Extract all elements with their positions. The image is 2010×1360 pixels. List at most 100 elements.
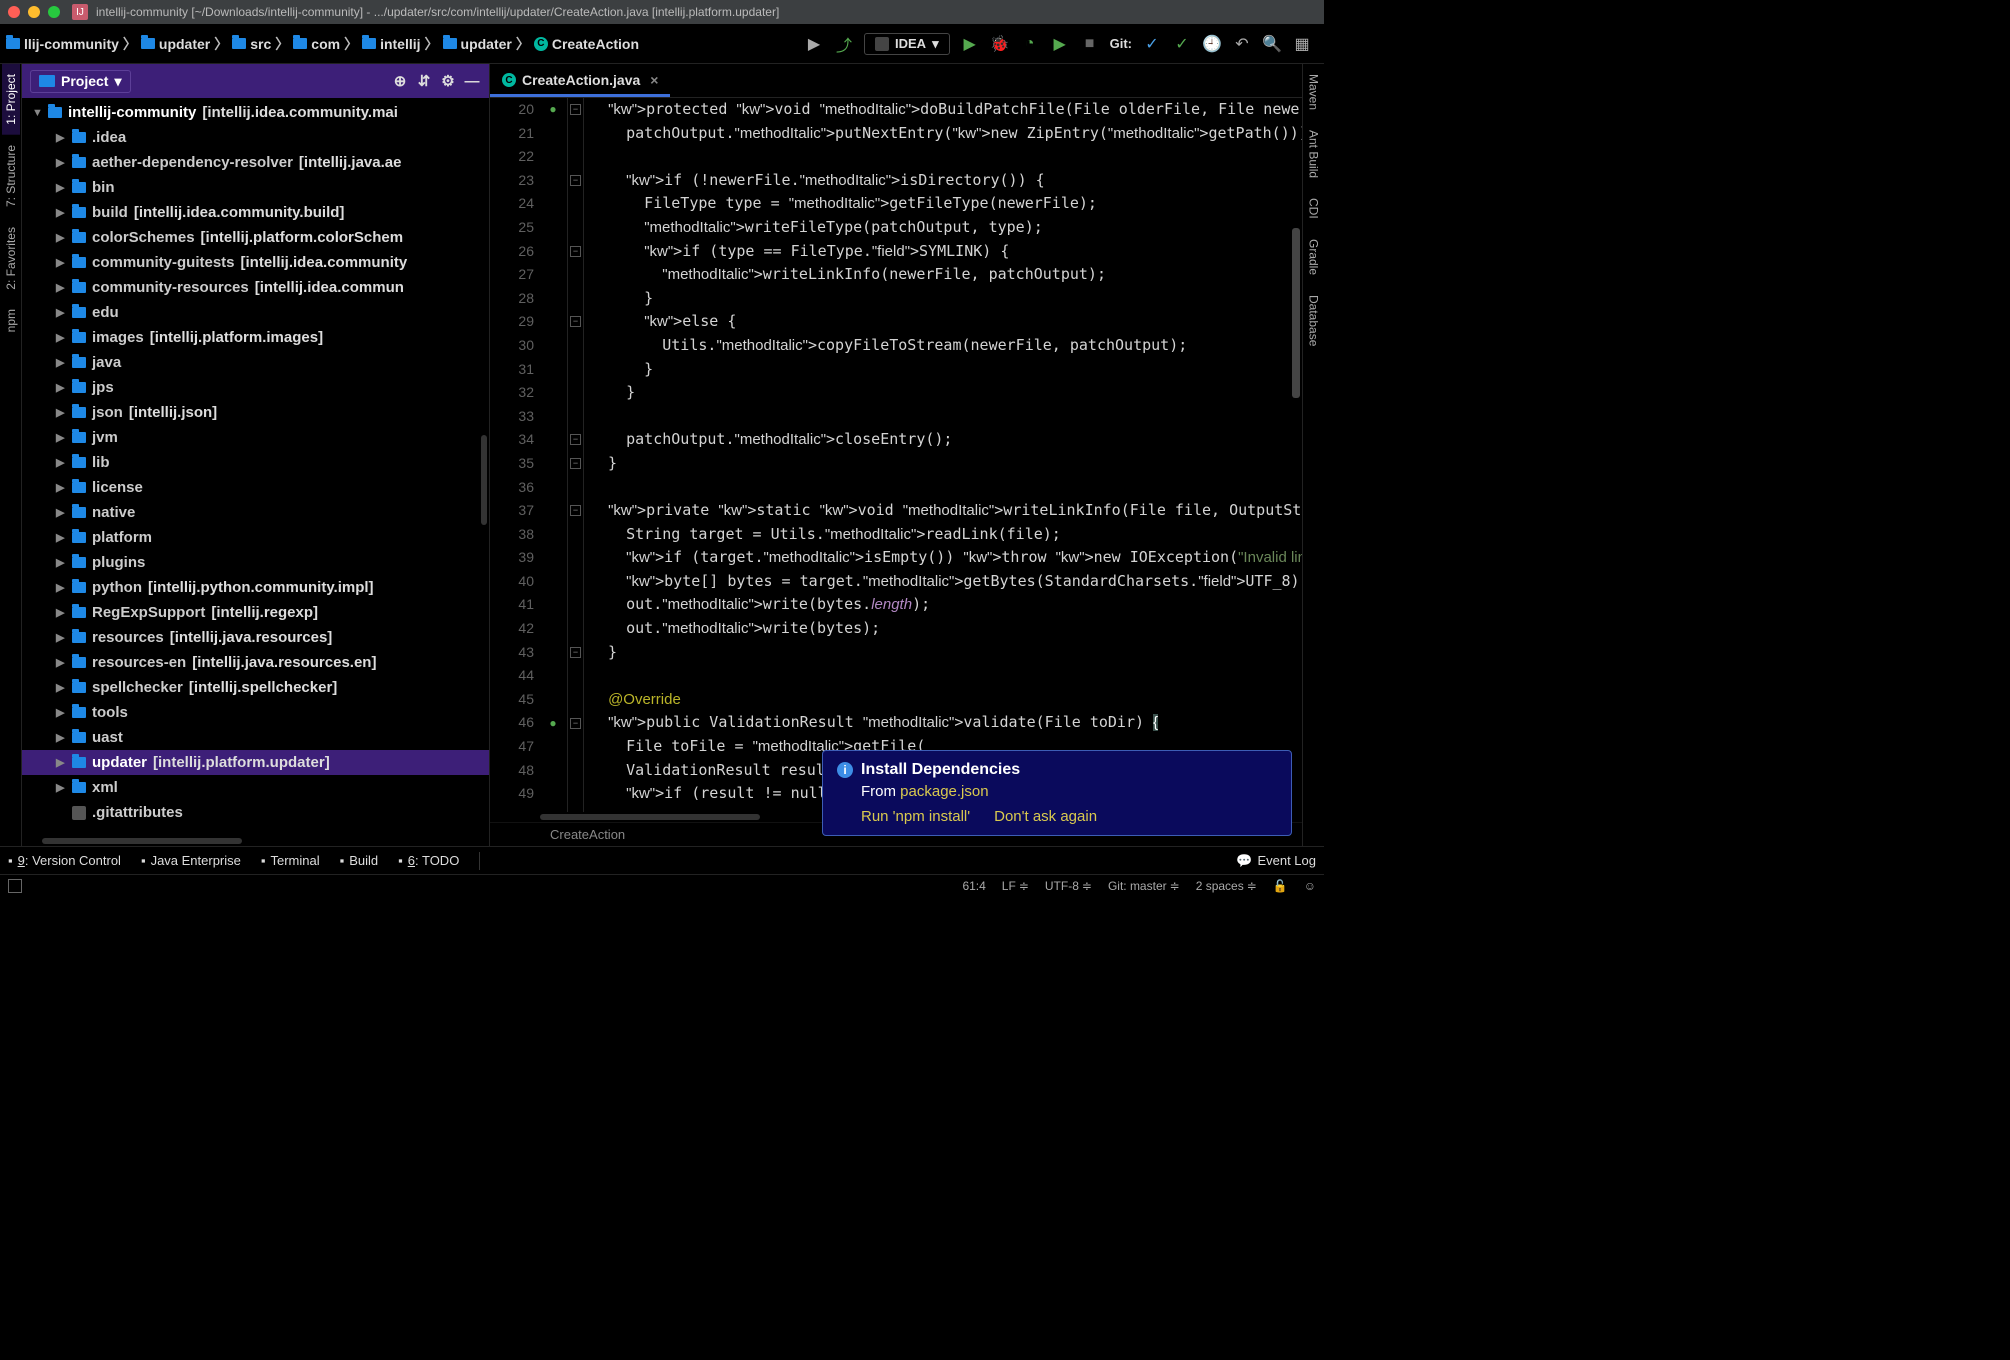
fold-toggle[interactable]: −	[570, 316, 581, 327]
vcs-revert-icon[interactable]: ↶	[1232, 34, 1252, 54]
collapse-icon[interactable]: ⇵	[415, 72, 433, 90]
fold-toggle[interactable]: −	[570, 434, 581, 445]
vcs-commit-icon[interactable]: ✓	[1172, 34, 1192, 54]
indent-status[interactable]: 2 spaces ≑	[1196, 879, 1257, 893]
profile-icon[interactable]: ▶	[1050, 34, 1070, 54]
tree-item[interactable]: ▶platform	[22, 525, 489, 550]
tree-item[interactable]: ▶edu	[22, 300, 489, 325]
code-editor[interactable]: 2021222324252627282930313233343536373839…	[490, 98, 1302, 812]
line-separator[interactable]: LF ≑	[1002, 879, 1029, 893]
run-config-selector[interactable]: IDEA ▾	[864, 33, 950, 55]
fold-toggle[interactable]: −	[570, 175, 581, 186]
tree-item[interactable]: ▶.idea	[22, 125, 489, 150]
tool-window-button[interactable]: Gradle	[1305, 229, 1323, 285]
fold-toggle[interactable]: −	[570, 505, 581, 516]
tree-item[interactable]: ▶java	[22, 350, 489, 375]
breadcrumb-item[interactable]: updater	[139, 36, 212, 52]
tree-item[interactable]: ▶resources-en [intellij.java.resources.e…	[22, 650, 489, 675]
tool-window-button[interactable]: 1: Project	[2, 64, 20, 135]
file-encoding[interactable]: UTF-8 ≑	[1045, 879, 1092, 893]
dont-ask-again-action[interactable]: Don't ask again	[994, 808, 1097, 825]
run-npm-install-action[interactable]: Run 'npm install'	[861, 808, 970, 825]
tree-item[interactable]: ▶colorSchemes [intellij.platform.colorSc…	[22, 225, 489, 250]
bottom-tool-button[interactable]: ▪Build	[340, 853, 379, 868]
tree-item[interactable]: ▶python [intellij.python.community.impl]	[22, 575, 489, 600]
close-window-button[interactable]	[8, 6, 20, 18]
fold-toggle[interactable]: −	[570, 104, 581, 115]
override-gutter-icon[interactable]: ●	[544, 714, 562, 732]
locate-icon[interactable]: ⊕	[391, 72, 409, 90]
coverage-icon[interactable]: ◔	[1020, 34, 1040, 54]
bottom-tool-button[interactable]: ▪Terminal	[261, 853, 320, 868]
run-icon[interactable]: ▶	[960, 34, 980, 54]
minimize-window-button[interactable]	[28, 6, 40, 18]
tree-item[interactable]: ▶resources [intellij.java.resources]	[22, 625, 489, 650]
tree-item[interactable]: ▶images [intellij.platform.images]	[22, 325, 489, 350]
tree-item[interactable]: ▶jps	[22, 375, 489, 400]
tool-window-button[interactable]: Database	[1305, 285, 1323, 356]
tree-item[interactable]: ▶aether-dependency-resolver [intellij.ja…	[22, 150, 489, 175]
caret-position[interactable]: 61:4	[962, 879, 985, 893]
tree-item[interactable]: ▶jvm	[22, 425, 489, 450]
tree-item[interactable]: ▶updater [intellij.platform.updater]	[22, 750, 489, 775]
tool-window-button[interactable]: 2: Favorites	[2, 217, 20, 300]
project-tree[interactable]: ▼intellij-community [intellij.idea.commu…	[22, 98, 489, 846]
gear-icon[interactable]: ⚙	[439, 72, 457, 90]
tool-window-button[interactable]: npm	[2, 299, 20, 342]
tree-item[interactable]: ▶uast	[22, 725, 489, 750]
override-gutter-icon[interactable]: ●	[544, 100, 562, 118]
tree-item[interactable]: ▶community-guitests [intellij.idea.commu…	[22, 250, 489, 275]
fold-toggle[interactable]: −	[570, 647, 581, 658]
hector-icon[interactable]: ☺	[1304, 879, 1316, 893]
bottom-tool-button[interactable]: ▪6: TODO	[398, 853, 459, 868]
breadcrumb-item[interactable]: com	[291, 36, 342, 52]
vcs-history-icon[interactable]: 🕘	[1202, 34, 1222, 54]
breadcrumb-item[interactable]: updater	[441, 36, 514, 52]
tree-item[interactable]: ▶RegExpSupport [intellij.regexp]	[22, 600, 489, 625]
breadcrumb-item[interactable]: src	[230, 36, 273, 52]
tree-item[interactable]: ▶tools	[22, 700, 489, 725]
bottom-tool-button[interactable]: ▪9: Version Control	[8, 853, 121, 868]
maximize-window-button[interactable]	[48, 6, 60, 18]
editor-vertical-scrollbar[interactable]	[1292, 98, 1302, 812]
stop-icon[interactable]: ■	[1080, 34, 1100, 54]
breadcrumb-item[interactable]: intellij	[360, 36, 422, 52]
tree-item[interactable]: ▶community-resources [intellij.idea.comm…	[22, 275, 489, 300]
bottom-tool-button[interactable]: ▪Java Enterprise	[141, 853, 241, 868]
project-view-selector[interactable]: Project ▾	[30, 70, 131, 93]
build-icon[interactable]: ▶	[804, 34, 824, 54]
tree-item[interactable]: ▶json [intellij.json]	[22, 400, 489, 425]
tree-item[interactable]: .gitattributes	[22, 800, 489, 825]
readonly-lock-icon[interactable]: 🔓	[1273, 879, 1288, 893]
event-log-button[interactable]: 💬 Event Log	[1236, 853, 1316, 869]
tree-item[interactable]: ▶build [intellij.idea.community.build]	[22, 200, 489, 225]
fold-toggle[interactable]: −	[570, 718, 581, 729]
tool-window-button[interactable]: CDI	[1305, 188, 1323, 229]
code-content[interactable]: "kw">protected "kw">void "methodItalic">…	[584, 98, 1302, 812]
tree-item[interactable]: ▶native	[22, 500, 489, 525]
search-icon[interactable]: 🔍	[1262, 34, 1282, 54]
tree-item[interactable]: ▶bin	[22, 175, 489, 200]
tab-close-icon[interactable]: ×	[650, 72, 658, 88]
breadcrumb-item[interactable]: CCreateAction	[532, 36, 641, 52]
tree-item[interactable]: ▶lib	[22, 450, 489, 475]
settings-icon[interactable]: ▦	[1292, 34, 1312, 54]
git-branch[interactable]: Git: master ≑	[1108, 879, 1180, 893]
tree-scrollbar[interactable]	[481, 435, 487, 525]
fold-toggle[interactable]: −	[570, 458, 581, 469]
tree-item[interactable]: ▶plugins	[22, 550, 489, 575]
tool-windows-icon[interactable]	[8, 879, 22, 893]
debug-icon[interactable]: 🐞	[990, 34, 1010, 54]
tool-window-button[interactable]: 7: Structure	[2, 135, 20, 217]
hammer-icon[interactable]: ⤴	[834, 34, 854, 54]
tree-item[interactable]: ▶spellchecker [intellij.spellchecker]	[22, 675, 489, 700]
tool-window-button[interactable]: Maven	[1305, 64, 1323, 120]
editor-tab-createaction[interactable]: C CreateAction.java ×	[490, 66, 670, 97]
vcs-update-icon[interactable]: ✓	[1142, 34, 1162, 54]
fold-toggle[interactable]: −	[570, 246, 581, 257]
tool-window-button[interactable]: Ant Build	[1305, 120, 1323, 188]
hide-icon[interactable]: —	[463, 72, 481, 90]
tree-item[interactable]: ▶xml	[22, 775, 489, 800]
tree-item[interactable]: ▶license	[22, 475, 489, 500]
tree-horizontal-scrollbar[interactable]	[42, 838, 242, 844]
